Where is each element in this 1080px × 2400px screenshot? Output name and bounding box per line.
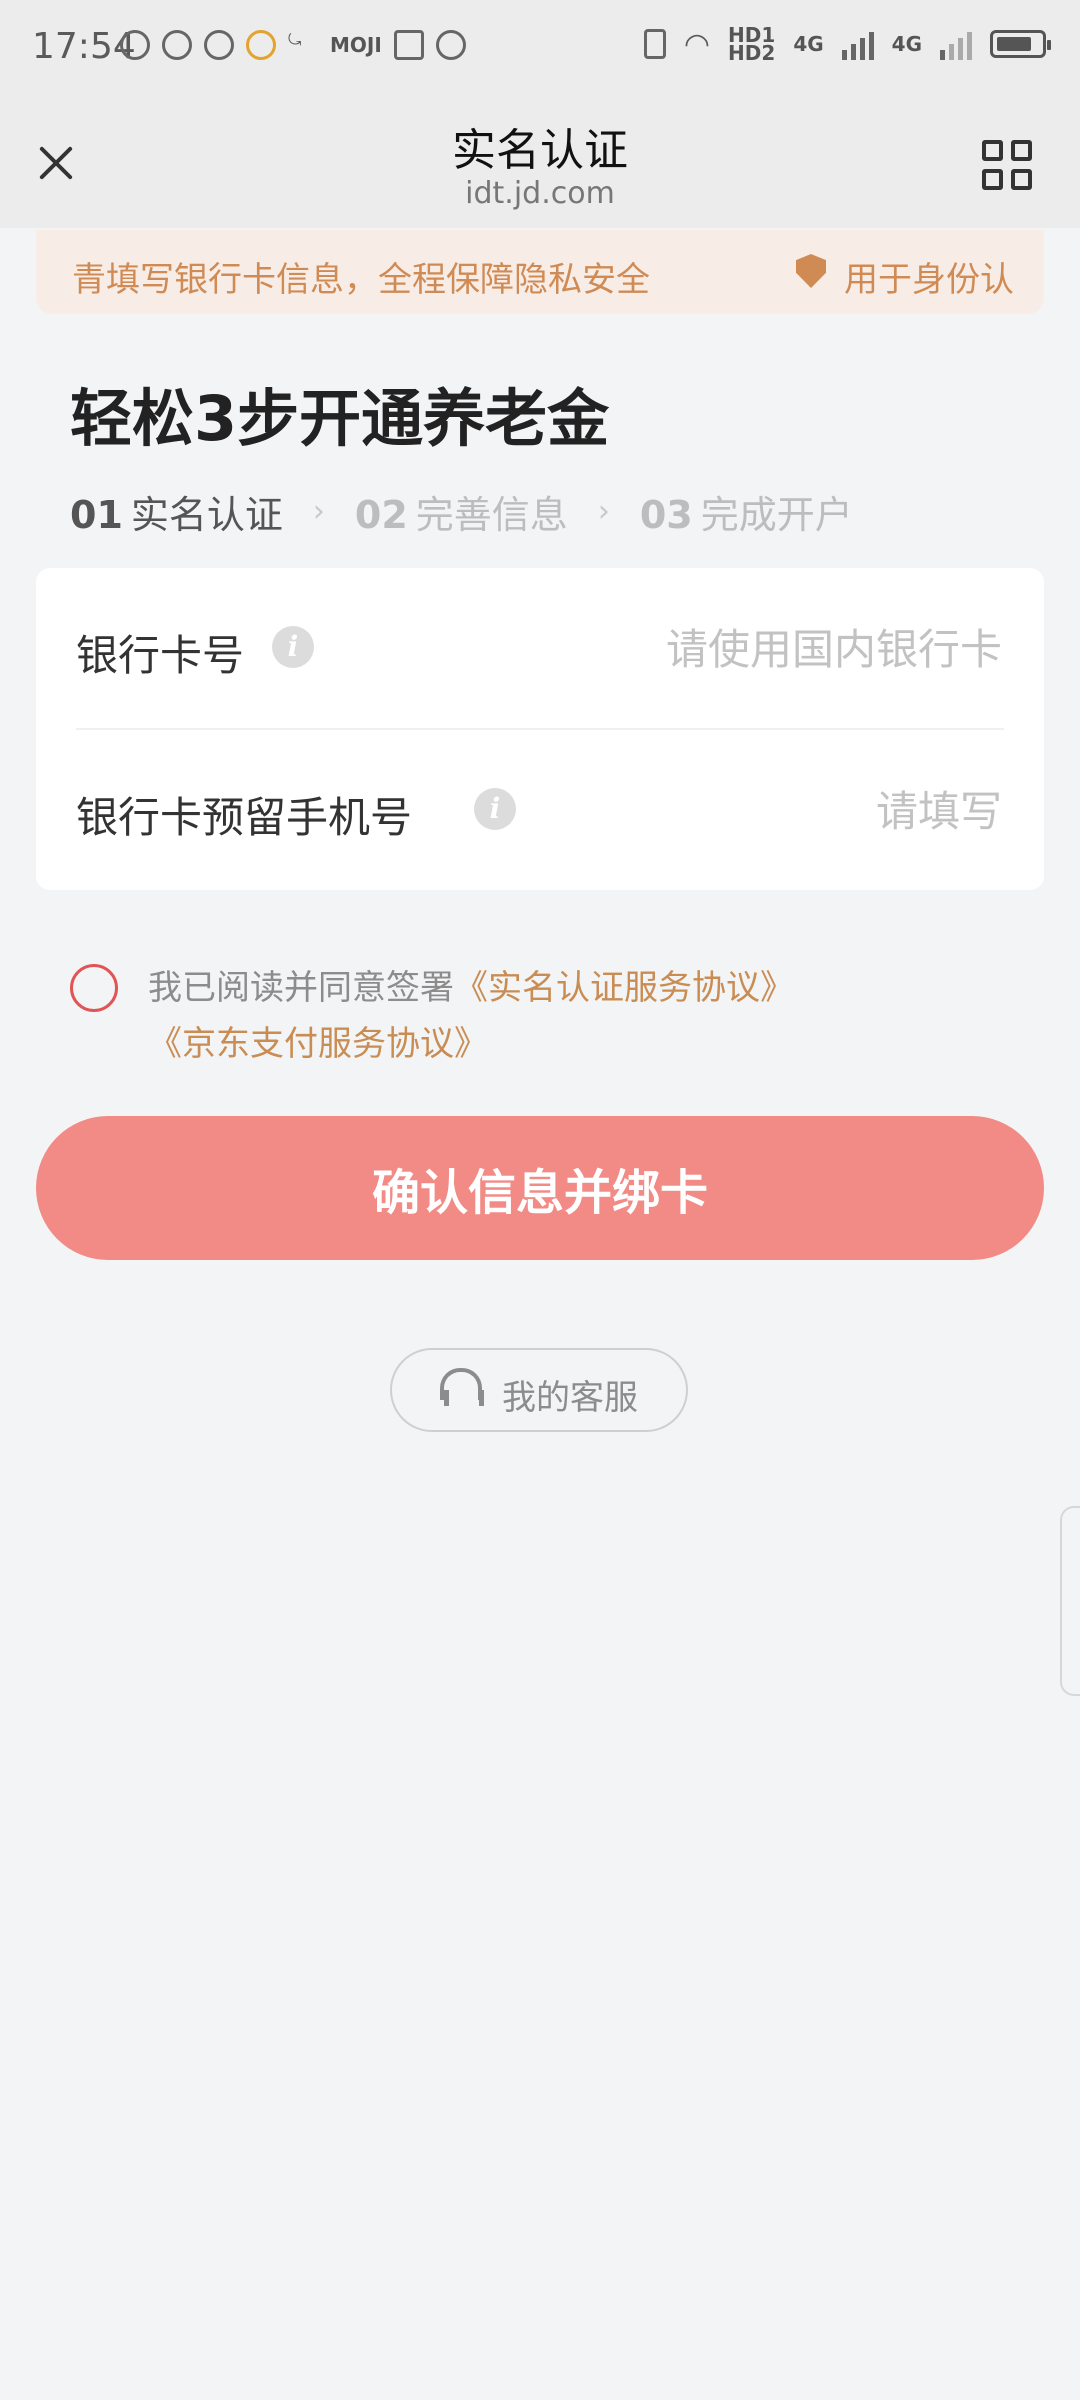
moji-icon: MOJI bbox=[330, 33, 382, 57]
signal-icon bbox=[841, 28, 874, 60]
form-card: 银行卡号 i 银行卡预留手机号 i bbox=[36, 568, 1044, 890]
status-bar: 17:54 ⤿ MOJI ◠ HD1 HD2 4G 4G bbox=[0, 0, 1080, 96]
chevron-right-icon: › bbox=[312, 494, 325, 529]
customer-service-label: 我的客服 bbox=[502, 1378, 638, 1418]
headset-icon bbox=[440, 1368, 484, 1410]
hotspot-icon bbox=[120, 30, 150, 60]
info-icon[interactable]: i bbox=[272, 626, 314, 668]
agreement-checkbox[interactable] bbox=[70, 964, 118, 1012]
shield-icon bbox=[796, 254, 826, 288]
wifi-icon: ◠ bbox=[683, 26, 711, 62]
jdpay-agreement-link[interactable]: 《京东支付服务协议》 bbox=[148, 1024, 488, 1064]
confirm-bind-card-button[interactable]: 确认信息并绑卡 bbox=[36, 1116, 1044, 1260]
hd-icon: HD1 HD2 bbox=[728, 23, 776, 65]
step-1: 01 实名认证 bbox=[70, 493, 283, 537]
message-icon bbox=[204, 30, 234, 60]
colorful-app-icon bbox=[246, 30, 276, 60]
phone-label: 银行卡预留手机号 bbox=[76, 793, 413, 842]
info-icon[interactable]: i bbox=[474, 788, 516, 830]
notice-text-secondary: 用于身份认 bbox=[844, 260, 1014, 300]
step-3: 03 完成开户 bbox=[639, 493, 853, 537]
wechat-icon bbox=[162, 30, 192, 60]
notification-icons: ⤿ MOJI bbox=[120, 30, 466, 60]
grid-menu-icon[interactable] bbox=[982, 140, 1032, 190]
step-indicator: 01 实名认证 › 02 完善信息 › 03 完成开户 bbox=[70, 484, 853, 539]
missed-call-icon: ⤿ bbox=[288, 30, 302, 49]
realname-agreement-link[interactable]: 《实名认证服务协议》 bbox=[454, 968, 794, 1008]
step-2: 02 完善信息 bbox=[354, 493, 568, 537]
battery-icon bbox=[990, 30, 1051, 58]
network-4g-label-2: 4G bbox=[891, 32, 922, 56]
vibrate-icon bbox=[643, 29, 666, 59]
bank-card-row: 银行卡号 i bbox=[76, 568, 1004, 730]
page-title: 实名认证 bbox=[452, 125, 628, 176]
bank-card-label: 银行卡号 bbox=[76, 631, 245, 680]
phone-row: 银行卡预留手机号 i bbox=[76, 730, 1004, 890]
chevron-right-icon: › bbox=[597, 494, 610, 529]
agreement-text: 我已阅读并同意签署《实名认证服务协议》《京东支付服务协议》 bbox=[148, 968, 794, 1064]
notice-text: 青填写银行卡信息，全程保障隐私安全 bbox=[72, 260, 650, 300]
customer-service-button[interactable]: 我的客服 bbox=[390, 1348, 688, 1432]
page-domain: idt.jd.com bbox=[465, 176, 615, 211]
bank-card-input[interactable] bbox=[640, 608, 1004, 690]
headline: 轻松3步开通养老金 bbox=[70, 382, 610, 455]
gallery-icon bbox=[393, 30, 424, 60]
sync-icon bbox=[435, 30, 466, 60]
signal-icon-2 bbox=[940, 28, 972, 60]
system-icons: ◠ HD1 HD2 4G 4G bbox=[643, 23, 1051, 65]
notice-banner: 青填写银行卡信息，全程保障隐私安全 用于身份认 bbox=[36, 230, 1044, 314]
phone-input[interactable] bbox=[640, 770, 1004, 852]
network-4g-label: 4G bbox=[793, 32, 824, 56]
side-floating-tab[interactable] bbox=[1060, 1506, 1080, 1696]
